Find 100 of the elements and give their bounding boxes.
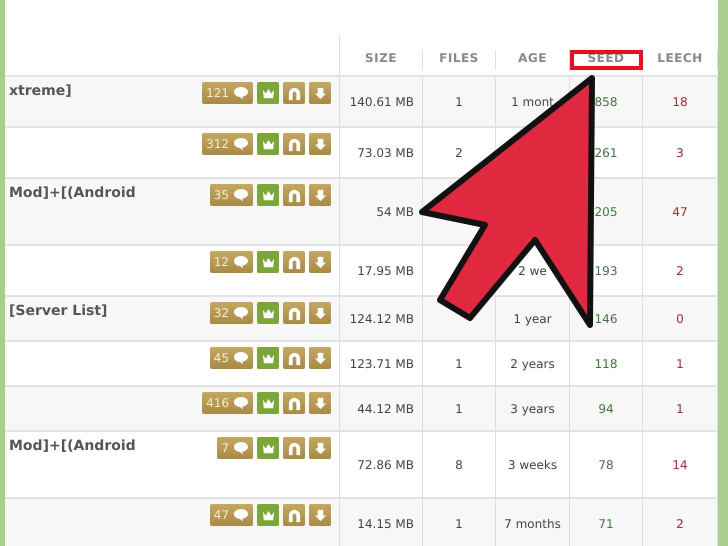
table-cell: 78 bbox=[598, 458, 614, 472]
crown-button[interactable] bbox=[257, 437, 279, 459]
table-cell: 3 weeks bbox=[508, 458, 558, 472]
comment-count-button[interactable]: 12 bbox=[210, 251, 253, 273]
down-arrow-icon bbox=[312, 86, 328, 100]
table-cell: 14 bbox=[672, 458, 688, 472]
down-arrow-icon bbox=[312, 396, 328, 410]
speech-bubble-icon bbox=[233, 137, 249, 151]
down-arrow-icon bbox=[312, 306, 328, 320]
table-cell: 1 bbox=[455, 402, 463, 416]
download-button[interactable] bbox=[309, 347, 331, 369]
crown-button[interactable] bbox=[257, 184, 279, 206]
table-cell: 94 bbox=[598, 402, 614, 416]
table-cell: 2 bbox=[455, 146, 463, 160]
table-cell: 71 bbox=[598, 516, 614, 530]
download-button[interactable] bbox=[309, 437, 331, 459]
comment-count-button[interactable]: 7 bbox=[217, 437, 253, 459]
table-cell: 54 MB bbox=[376, 204, 414, 218]
crown-button[interactable] bbox=[257, 133, 279, 155]
down-arrow-icon bbox=[312, 188, 328, 202]
magnet-icon bbox=[286, 350, 302, 366]
crown-button[interactable] bbox=[257, 347, 279, 369]
comment-count-button[interactable]: 47 bbox=[210, 504, 253, 526]
magnet-icon bbox=[286, 440, 302, 456]
magnet-icon bbox=[286, 86, 302, 100]
table-cell: 3 years bbox=[510, 402, 555, 416]
torrent-title[interactable]: Mod]+[(Android bbox=[9, 438, 136, 454]
crown-button[interactable] bbox=[257, 392, 279, 414]
torrent-title[interactable]: [Server List] bbox=[9, 303, 108, 319]
speech-bubble-icon bbox=[233, 351, 249, 365]
magnet-button[interactable] bbox=[283, 251, 305, 273]
download-button[interactable] bbox=[309, 184, 331, 206]
table-cell: 2 bbox=[676, 516, 684, 530]
down-arrow-icon bbox=[312, 440, 328, 456]
table-cell: 123.71 MB bbox=[350, 356, 414, 370]
column-header[interactable]: AGE bbox=[496, 50, 570, 70]
table-cell: 72.86 MB bbox=[357, 458, 414, 472]
table-cell: 7 months bbox=[504, 516, 561, 530]
speech-bubble-icon bbox=[233, 396, 249, 410]
speech-bubble-icon bbox=[233, 255, 249, 269]
speech-bubble-icon bbox=[233, 441, 249, 455]
down-arrow-icon bbox=[312, 508, 328, 522]
column-header[interactable]: SIZE bbox=[340, 50, 423, 70]
table-cell: 1 bbox=[455, 356, 463, 370]
magnet-button[interactable] bbox=[283, 184, 305, 206]
table-cell: 205 bbox=[594, 204, 618, 218]
magnet-button[interactable] bbox=[283, 437, 305, 459]
table-cell: 17.95 MB bbox=[357, 264, 414, 278]
table-cell: 1 bbox=[455, 516, 463, 530]
torrent-title[interactable]: xtreme] bbox=[9, 83, 72, 99]
table-cell: 858 bbox=[594, 94, 618, 108]
magnet-icon bbox=[286, 396, 302, 410]
magnet-button[interactable] bbox=[283, 504, 305, 526]
table-cell: 261 bbox=[594, 146, 618, 160]
comment-count-button[interactable]: 32 bbox=[210, 302, 253, 324]
download-button[interactable] bbox=[309, 82, 331, 104]
comment-count-button[interactable]: 121 bbox=[202, 82, 253, 104]
crown-button[interactable] bbox=[257, 504, 279, 526]
table-cell: 8 bbox=[455, 458, 463, 472]
magnet-button[interactable] bbox=[283, 82, 305, 104]
comment-count-button[interactable]: 312 bbox=[202, 133, 253, 155]
column-header[interactable]: FILES bbox=[423, 50, 496, 70]
speech-bubble-icon bbox=[233, 188, 249, 202]
magnet-icon bbox=[286, 254, 302, 270]
table-cell: 2 bbox=[676, 264, 684, 278]
table-cell: 118 bbox=[594, 356, 618, 370]
magnet-icon bbox=[286, 508, 302, 522]
comment-count-button[interactable]: 35 bbox=[210, 184, 253, 206]
crown-button[interactable] bbox=[257, 82, 279, 104]
magnet-button[interactable] bbox=[283, 392, 305, 414]
table-cell: 2 we bbox=[518, 264, 547, 278]
table-cell: 47 bbox=[672, 204, 688, 218]
magnet-button[interactable] bbox=[283, 302, 305, 324]
magnet-button[interactable] bbox=[283, 133, 305, 155]
table-cell: 1 mont bbox=[511, 94, 554, 108]
crown-button[interactable] bbox=[257, 251, 279, 273]
magnet-icon bbox=[286, 306, 302, 320]
comment-count-button[interactable]: 416 bbox=[202, 392, 253, 414]
speech-bubble-icon bbox=[233, 508, 249, 522]
magnet-icon bbox=[286, 188, 302, 202]
speech-bubble-icon bbox=[233, 306, 249, 320]
torrent-title[interactable]: Mod]+[(Android bbox=[9, 185, 136, 201]
table-cell: 3 bbox=[676, 146, 684, 160]
download-button[interactable] bbox=[309, 392, 331, 414]
download-button[interactable] bbox=[309, 251, 331, 273]
download-button[interactable] bbox=[309, 504, 331, 526]
table-cell: 73.03 MB bbox=[357, 146, 414, 160]
download-button[interactable] bbox=[309, 302, 331, 324]
table-cell: 1 year bbox=[513, 312, 552, 326]
crown-button[interactable] bbox=[257, 302, 279, 324]
table-cell: 140.61 MB bbox=[350, 94, 414, 108]
comment-count-button[interactable]: 45 bbox=[210, 347, 253, 369]
table-cell: 2 years bbox=[510, 356, 555, 370]
down-arrow-icon bbox=[312, 254, 328, 270]
table-cell: 0 bbox=[676, 312, 684, 326]
table-cell: 14.15 MB bbox=[357, 516, 414, 530]
down-arrow-icon bbox=[312, 136, 328, 152]
magnet-button[interactable] bbox=[283, 347, 305, 369]
download-button[interactable] bbox=[309, 133, 331, 155]
speech-bubble-icon bbox=[233, 86, 249, 100]
